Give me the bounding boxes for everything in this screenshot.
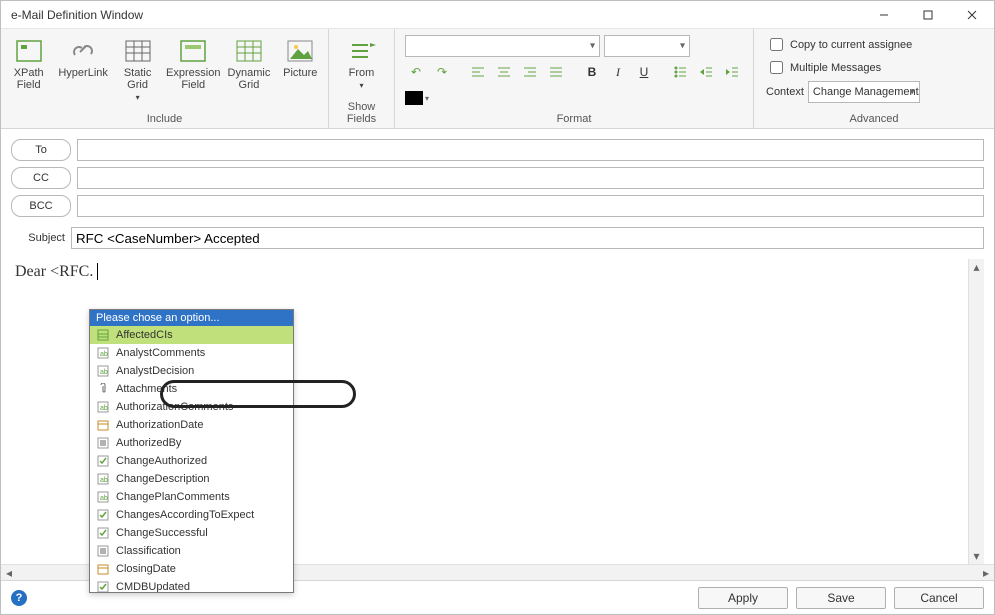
svg-text:ab: ab <box>100 369 108 376</box>
dropdown-item[interactable]: ChangeAuthorized <box>90 452 293 470</box>
bcc-input[interactable] <box>77 195 984 217</box>
apply-button[interactable]: Apply <box>698 587 788 609</box>
italic-button[interactable]: I <box>607 61 629 83</box>
field-icon: ab <box>96 364 110 378</box>
subject-input[interactable] <box>71 227 984 249</box>
expression-icon <box>175 35 211 67</box>
field-icon <box>96 436 110 450</box>
from-button[interactable]: From▾ <box>336 33 388 92</box>
hyperlink-button[interactable]: HyperLink <box>58 33 108 91</box>
static-grid-icon <box>120 35 156 67</box>
font-family-select[interactable] <box>405 35 600 57</box>
svg-text:ab: ab <box>100 495 108 502</box>
undo-button[interactable]: ↶ <box>405 61 427 83</box>
field-icon <box>96 544 110 558</box>
color-swatch <box>405 91 423 105</box>
align-right-button[interactable] <box>519 61 541 83</box>
bullets-button[interactable] <box>669 61 691 83</box>
field-icon <box>96 562 110 576</box>
subject-label: Subject <box>11 232 65 244</box>
copy-assignee-checkbox[interactable]: Copy to current assignee <box>766 35 912 54</box>
xpath-field-button[interactable]: XPath Field <box>7 33 50 91</box>
field-icon <box>96 580 110 592</box>
dynamic-grid-button[interactable]: Dynamic Grid <box>227 33 270 91</box>
font-color-button[interactable]: ▾ <box>405 87 439 109</box>
dropdown-item[interactable]: ChangeSuccessful <box>90 524 293 542</box>
xpath-icon <box>11 35 47 67</box>
field-icon <box>96 418 110 432</box>
underline-button[interactable]: U <box>633 61 655 83</box>
from-icon <box>344 35 380 67</box>
include-group-label: Include <box>7 111 322 126</box>
field-icon: ab <box>96 400 110 414</box>
dropdown-item[interactable]: CMDBUpdated <box>90 578 293 592</box>
align-center-button[interactable] <box>493 61 515 83</box>
expression-field-button[interactable]: Expression Field <box>167 33 219 91</box>
dynamic-grid-icon <box>231 35 267 67</box>
field-icon <box>96 508 110 522</box>
dropdown-item[interactable]: ClosingDate <box>90 560 293 578</box>
dropdown-item[interactable]: Attachments <box>90 380 293 398</box>
svg-text:ab: ab <box>100 477 108 484</box>
context-label: Context <box>766 86 804 98</box>
hyperlink-icon <box>65 35 101 67</box>
autocomplete-dropdown[interactable]: Please chose an option... AffectedCIsabA… <box>89 309 294 593</box>
cc-input[interactable] <box>77 167 984 189</box>
svg-text:ab: ab <box>100 405 108 412</box>
multiple-messages-checkbox[interactable]: Multiple Messages <box>766 58 881 77</box>
context-select[interactable]: Change Management <box>808 81 920 103</box>
field-icon <box>96 382 110 396</box>
dropdown-item[interactable]: AuthorizationDate <box>90 416 293 434</box>
field-icon <box>96 526 110 540</box>
format-group-label: Format <box>401 111 747 126</box>
field-icon <box>96 328 110 342</box>
window-title: e-Mail Definition Window <box>11 8 862 22</box>
to-input[interactable] <box>77 139 984 161</box>
dropdown-item[interactable]: Classification <box>90 542 293 560</box>
dropdown-item[interactable]: ChangesAccordingToExpect <box>90 506 293 524</box>
dropdown-item[interactable]: abChangePlanComments <box>90 488 293 506</box>
dropdown-item[interactable]: abChangeDescription <box>90 470 293 488</box>
field-icon: ab <box>96 472 110 486</box>
cc-button[interactable]: CC <box>11 167 71 189</box>
body-vertical-scrollbar[interactable]: ▴▾ <box>968 259 984 564</box>
bold-button[interactable]: B <box>581 61 603 83</box>
cancel-button[interactable]: Cancel <box>894 587 984 609</box>
minimize-button[interactable] <box>862 1 906 29</box>
align-left-button[interactable] <box>467 61 489 83</box>
picture-icon <box>282 35 318 67</box>
close-button[interactable] <box>950 1 994 29</box>
ribbon: XPath Field HyperLink Static Grid▾ Expre… <box>1 29 994 129</box>
showfields-group-label: Show Fields <box>335 99 388 126</box>
field-icon: ab <box>96 346 110 360</box>
redo-button[interactable]: ↷ <box>431 61 453 83</box>
dropdown-item[interactable]: abAnalystDecision <box>90 362 293 380</box>
indent-button[interactable] <box>721 61 743 83</box>
static-grid-button[interactable]: Static Grid▾ <box>116 33 159 104</box>
help-button[interactable]: ? <box>11 590 27 606</box>
advanced-group-label: Advanced <box>760 111 988 126</box>
body-editor[interactable]: Dear <RFC. <box>11 259 984 285</box>
dropdown-item[interactable]: abAnalystComments <box>90 344 293 362</box>
dropdown-item[interactable]: AffectedCIs <box>90 326 293 344</box>
dropdown-item[interactable]: abAuthorizationComments <box>90 398 293 416</box>
align-justify-button[interactable] <box>545 61 567 83</box>
to-button[interactable]: To <box>11 139 71 161</box>
field-icon <box>96 454 110 468</box>
font-size-select[interactable] <box>604 35 690 57</box>
bcc-button[interactable]: BCC <box>11 195 71 217</box>
dropdown-item[interactable]: AuthorizedBy <box>90 434 293 452</box>
maximize-button[interactable] <box>906 1 950 29</box>
svg-text:ab: ab <box>100 351 108 358</box>
dropdown-header: Please chose an option... <box>90 310 293 326</box>
titlebar: e-Mail Definition Window <box>1 1 994 29</box>
field-icon: ab <box>96 490 110 504</box>
save-button[interactable]: Save <box>796 587 886 609</box>
outdent-button[interactable] <box>695 61 717 83</box>
picture-button[interactable]: Picture <box>279 33 322 91</box>
